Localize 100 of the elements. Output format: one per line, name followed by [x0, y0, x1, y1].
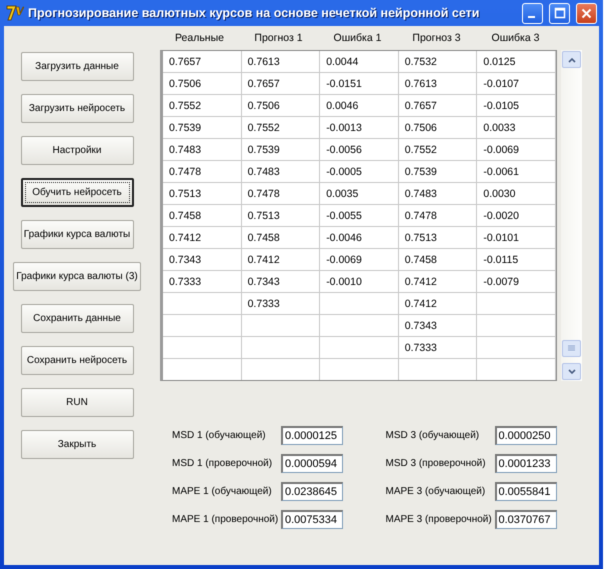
- metric-field[interactable]: 0.0000125: [281, 426, 343, 445]
- table-cell: 0.0046: [320, 95, 399, 116]
- table-cell: -0.0013: [320, 117, 399, 138]
- metric-label: MSD 3 (проверочной): [386, 457, 487, 471]
- window-title: Прогнозирование валютных курсов на основе нечеткой нейронной сети: [28, 4, 480, 22]
- metric-label: MSD 1 (проверочной): [172, 457, 274, 471]
- table-cell: 0.7506: [163, 73, 242, 94]
- caret-up-icon: [568, 56, 576, 62]
- table-cell: 0.7412: [163, 227, 242, 248]
- metric-field[interactable]: 0.0000250: [494, 426, 556, 445]
- grip-icon: [568, 345, 575, 352]
- scroll-thumb[interactable]: [562, 340, 581, 357]
- caret-down-icon: [568, 368, 576, 374]
- table-cell: -0.0055: [320, 205, 399, 226]
- table-cell: 0.7506: [398, 117, 478, 138]
- metric-label: MAPE 1 (обучающей): [172, 485, 273, 499]
- table-cell: 0.7657: [242, 73, 320, 94]
- action-button[interactable]: Обучить нейросеть: [20, 178, 134, 207]
- table-cell: 0.7539: [398, 161, 478, 182]
- table-cell: 0.7513: [242, 205, 320, 226]
- table-cell: 0.7343: [242, 271, 320, 292]
- table-cell: 0.7657: [163, 51, 242, 72]
- table-cell: 0.7513: [398, 227, 478, 248]
- column-header: Ошибка 1: [332, 31, 382, 46]
- table-cell: 0.7613: [242, 51, 320, 72]
- table-cell: 0.7412: [398, 271, 478, 292]
- table-cell: 0.7333: [242, 293, 320, 314]
- table-cell: 0.7483: [398, 183, 478, 204]
- maximize-button[interactable]: [549, 2, 570, 24]
- metric-field[interactable]: 0.0238645: [281, 482, 343, 501]
- metric-field[interactable]: 0.0001233: [494, 454, 556, 473]
- scroll-down-button[interactable]: [562, 363, 581, 380]
- column-header: Реальные: [174, 31, 225, 46]
- table-cell: -0.0046: [320, 227, 399, 248]
- table-cell: -0.0061: [477, 161, 556, 182]
- table-cell: 0.7478: [242, 183, 320, 204]
- action-button[interactable]: Сохранить нейросеть: [20, 346, 134, 375]
- table-cell: 0.7539: [242, 139, 320, 160]
- table-cell: 0.7506: [242, 95, 320, 116]
- metric-field[interactable]: 0.0370767: [494, 510, 556, 529]
- table-cell: 0.7458: [398, 249, 478, 270]
- table-cell: -0.0105: [477, 95, 556, 116]
- metric-label: MAPE 1 (проверочной): [172, 513, 280, 527]
- table-cell: 0.7458: [242, 227, 320, 248]
- table-cell: 0.7343: [398, 315, 478, 336]
- metric-label: MSD 1 (обучающей): [172, 429, 267, 443]
- action-button[interactable]: RUN: [20, 388, 134, 417]
- table-cell: 0.7539: [163, 117, 242, 138]
- action-button[interactable]: Сохранить данные: [20, 304, 134, 333]
- table-cell: 0.0044: [320, 51, 399, 72]
- metric-field[interactable]: 0.0055841: [494, 482, 556, 501]
- table-cell: -0.0005: [320, 161, 399, 182]
- table-cell: 0.0030: [477, 183, 556, 204]
- table-cell: -0.0020: [477, 205, 556, 226]
- maximize-icon: [554, 7, 566, 19]
- table-cell: -0.0101: [477, 227, 556, 248]
- action-button[interactable]: Закрыть: [20, 430, 134, 459]
- table-cell: -0.0056: [320, 139, 399, 160]
- table-cell: 0.7613: [398, 73, 478, 94]
- table-cell: -0.0069: [320, 249, 399, 270]
- table-cell: 0.0033: [477, 117, 556, 138]
- table-cell: -0.0107: [477, 73, 556, 94]
- table-cell: 0.7412: [242, 249, 320, 270]
- column-header: Прогноз 3: [411, 31, 462, 46]
- table-cell: 0.7333: [398, 337, 478, 358]
- table-cell: 0.7478: [163, 161, 242, 182]
- metric-field[interactable]: 0.0075334: [281, 510, 343, 529]
- table-cell: 0.7412: [398, 293, 478, 314]
- table-cell: 0.0125: [477, 51, 556, 72]
- minimize-button[interactable]: [522, 2, 543, 24]
- table-cell: 0.7458: [163, 205, 242, 226]
- action-button[interactable]: Графики курса валюты (3): [13, 262, 141, 291]
- table-cell: 0.7333: [163, 271, 242, 292]
- table-cell: 0.7552: [242, 117, 320, 138]
- action-button[interactable]: Настройки: [20, 136, 134, 165]
- table-cell: 0.0035: [320, 183, 399, 204]
- scroll-up-button[interactable]: [562, 51, 581, 68]
- metric-label: MAPE 3 (обучающей): [386, 485, 486, 499]
- close-icon: [581, 8, 592, 18]
- close-button[interactable]: [576, 2, 597, 24]
- minimize-icon: [528, 16, 534, 18]
- action-button[interactable]: Графики курса валюты: [20, 220, 134, 249]
- table-cell: 0.7513: [163, 183, 242, 204]
- metric-label: MSD 3 (обучающей): [386, 429, 480, 443]
- table-cell: 0.7552: [398, 139, 478, 160]
- column-header: Ошибка 3: [490, 31, 540, 46]
- table-cell: -0.0079: [477, 271, 556, 292]
- column-header: Прогноз 1: [253, 31, 304, 46]
- table-cell: 0.7343: [163, 249, 242, 270]
- action-button[interactable]: Загрузить данные: [20, 52, 134, 81]
- table-cell: 0.7657: [398, 95, 478, 116]
- action-button[interactable]: Загрузить нейросеть: [20, 94, 134, 123]
- table-cell: 0.7483: [163, 139, 242, 160]
- table-cell: -0.0069: [477, 139, 556, 160]
- scrollbar[interactable]: [561, 50, 582, 381]
- metric-field[interactable]: 0.0000594: [281, 454, 343, 473]
- table-cell: -0.0010: [320, 271, 399, 292]
- table-cell: 0.7532: [398, 51, 478, 72]
- metric-label: MAPE 3 (проверочной): [386, 513, 493, 527]
- table-cell: -0.0115: [477, 249, 556, 270]
